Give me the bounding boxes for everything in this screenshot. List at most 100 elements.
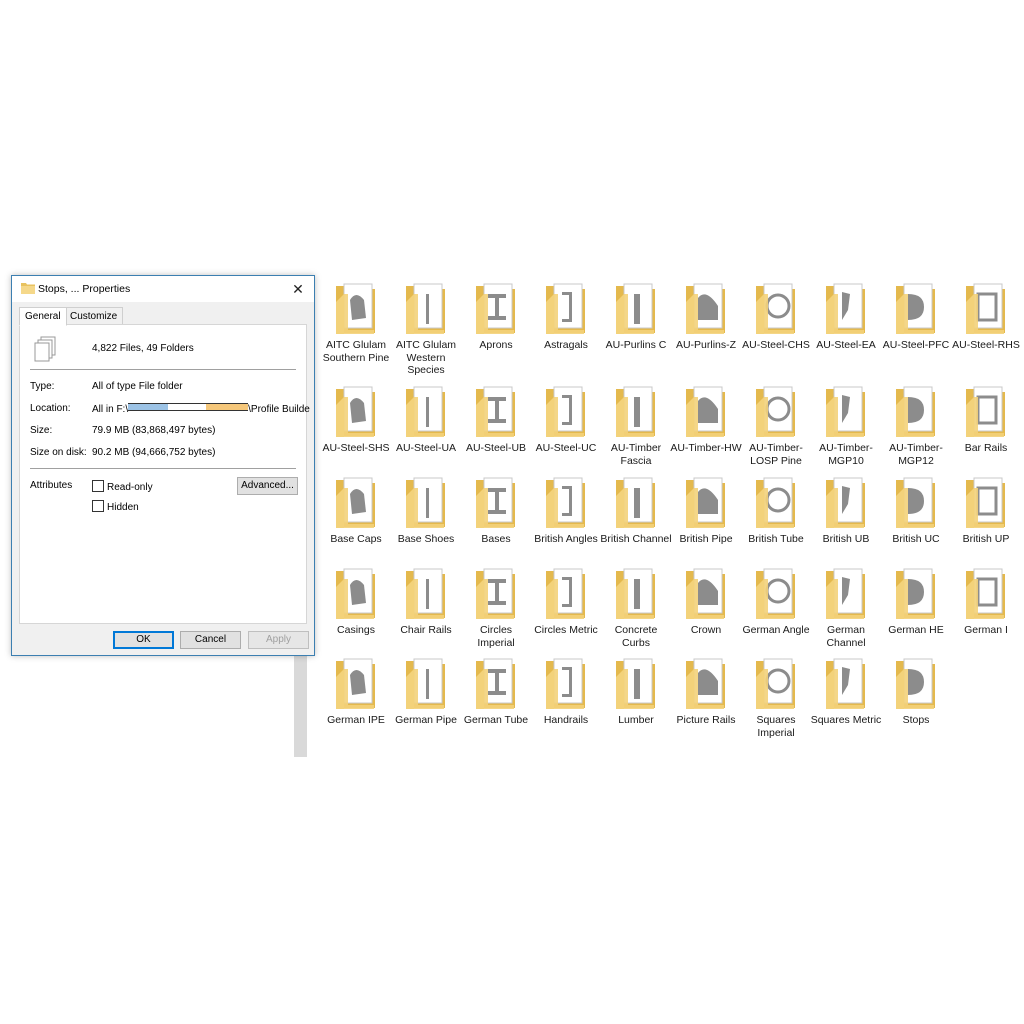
folder-item[interactable]: Handrails: [530, 655, 602, 727]
folder-label: Casings: [337, 624, 375, 636]
folder-item[interactable]: British UC: [880, 474, 952, 546]
folder-item[interactable]: British UB: [810, 474, 882, 546]
folder-label: British Pipe: [679, 533, 733, 545]
folder-label: AITC Glulam Western Species: [395, 339, 457, 376]
folder-item[interactable]: German IPE: [320, 655, 392, 727]
folder-label: AU-Steel-PFC: [882, 339, 950, 351]
tab-customize[interactable]: Customize: [64, 307, 124, 325]
folder-item[interactable]: Stops: [880, 655, 952, 727]
folder-item[interactable]: Squares Imperial: [740, 655, 812, 739]
folder-icon: [964, 474, 1008, 530]
folder-item[interactable]: British Pipe: [670, 474, 742, 546]
folder-item[interactable]: AITC Glulam Western Species: [390, 280, 462, 377]
folder-icon: [894, 565, 938, 621]
folder-item[interactable]: Circles Imperial: [460, 565, 532, 649]
folder-icon: [894, 474, 938, 530]
hidden-checkbox-row[interactable]: Hidden: [92, 500, 139, 513]
folder-item[interactable]: Base Shoes: [390, 474, 462, 546]
folder-label: AU-Timber-LOSP Pine: [749, 442, 803, 467]
folder-item[interactable]: AU-Steel-UA: [390, 383, 462, 455]
folder-icon: [824, 280, 868, 336]
folder-item[interactable]: Concrete Curbs: [600, 565, 672, 649]
folder-icon: [334, 655, 378, 711]
folder-item[interactable]: AU-Timber-LOSP Pine: [740, 383, 812, 467]
folder-icon: [334, 474, 378, 530]
folder-item[interactable]: Crown: [670, 565, 742, 637]
folder-item[interactable]: AITC Glulam Southern Pine: [320, 280, 392, 364]
folder-icon: [334, 383, 378, 439]
folder-item[interactable]: AU-Steel-CHS: [740, 280, 812, 352]
readonly-label: Read-only: [107, 482, 153, 493]
folder-icon: [544, 655, 588, 711]
folder-icon: [754, 280, 798, 336]
folder-item[interactable]: Lumber: [600, 655, 672, 727]
folder-item[interactable]: British UP: [950, 474, 1022, 546]
folder-item[interactable]: AU-Steel-SHS: [320, 383, 392, 455]
folder-item[interactable]: AU-Steel-UB: [460, 383, 532, 455]
cancel-button[interactable]: Cancel: [180, 631, 241, 649]
folder-item[interactable]: Bases: [460, 474, 532, 546]
folder-item[interactable]: German HE: [880, 565, 952, 637]
size-on-disk-value: 90.2 MB (94,666,752 bytes): [92, 447, 216, 458]
folder-icon: [544, 474, 588, 530]
folder-item[interactable]: AU-Purlins C: [600, 280, 672, 352]
apply-button[interactable]: Apply: [248, 631, 309, 649]
attributes-label: Attributes: [30, 480, 73, 491]
folder-item[interactable]: AU-Steel-PFC: [880, 280, 952, 352]
folder-item[interactable]: Squares Metric: [810, 655, 882, 727]
location-label: Location:: [30, 403, 71, 414]
folder-item[interactable]: German Angle: [740, 565, 812, 637]
folder-item[interactable]: British Channel: [600, 474, 672, 546]
folder-icon: [824, 565, 868, 621]
folder-icon: [614, 474, 658, 530]
folder-label: British UB: [822, 533, 870, 545]
folder-item[interactable]: British Angles: [530, 474, 602, 546]
type-value: All of type File folder: [92, 381, 183, 392]
separator: [30, 369, 296, 370]
ok-button[interactable]: OK: [113, 631, 174, 649]
folder-item[interactable]: AU-Timber Fascia: [600, 383, 672, 467]
folder-item[interactable]: Casings: [320, 565, 392, 637]
folder-item[interactable]: Chair Rails: [390, 565, 462, 637]
folder-item[interactable]: Base Caps: [320, 474, 392, 546]
folder-icon: [964, 280, 1008, 336]
folder-item[interactable]: AU-Steel-RHS: [950, 280, 1022, 352]
folder-item[interactable]: AU-Steel-EA: [810, 280, 882, 352]
folder-label: German I: [964, 624, 1008, 636]
folder-item[interactable]: Bar Rails: [950, 383, 1022, 455]
folder-label: Base Shoes: [397, 533, 455, 545]
folder-label: AU-Steel-SHS: [322, 442, 390, 454]
folder-label: Bar Rails: [964, 442, 1008, 454]
readonly-checkbox-row[interactable]: Read-only: [92, 480, 153, 493]
readonly-checkbox[interactable]: [92, 480, 104, 492]
folder-item[interactable]: AU-Timber-MGP12: [880, 383, 952, 467]
close-button[interactable]: ✕: [288, 279, 308, 299]
folder-item[interactable]: German I: [950, 565, 1022, 637]
folder-item[interactable]: Astragals: [530, 280, 602, 352]
size-value: 79.9 MB (83,868,497 bytes): [92, 425, 216, 436]
folder-item[interactable]: AU-Steel-UC: [530, 383, 602, 455]
hidden-label: Hidden: [107, 502, 139, 513]
folder-item[interactable]: Aprons: [460, 280, 532, 352]
hidden-checkbox[interactable]: [92, 500, 104, 512]
folder-label: AU-Steel-UA: [395, 442, 457, 454]
folder-item[interactable]: German Channel: [810, 565, 882, 649]
folder-item[interactable]: AU-Timber-MGP10: [810, 383, 882, 467]
folder-label: Squares Imperial: [756, 714, 796, 739]
tab-general[interactable]: General: [19, 307, 67, 326]
folder-item[interactable]: Picture Rails: [670, 655, 742, 727]
folder-item[interactable]: British Tube: [740, 474, 812, 546]
folder-item[interactable]: German Tube: [460, 655, 532, 727]
advanced-button[interactable]: Advanced...: [237, 477, 298, 495]
folder-label: German Tube: [463, 714, 529, 726]
folder-icon: [894, 383, 938, 439]
folder-label: Circles Metric: [534, 624, 598, 636]
folder-label: Squares Metric: [810, 714, 882, 726]
folder-label: AU-Steel-CHS: [742, 339, 810, 351]
folder-item[interactable]: AU-Purlins-Z: [670, 280, 742, 352]
folder-label: German Channel: [826, 624, 866, 649]
folder-item[interactable]: AU-Timber-HW: [670, 383, 742, 455]
folder-item[interactable]: German Pipe: [390, 655, 462, 727]
folder-item[interactable]: Circles Metric: [530, 565, 602, 637]
folder-icon: [824, 655, 868, 711]
